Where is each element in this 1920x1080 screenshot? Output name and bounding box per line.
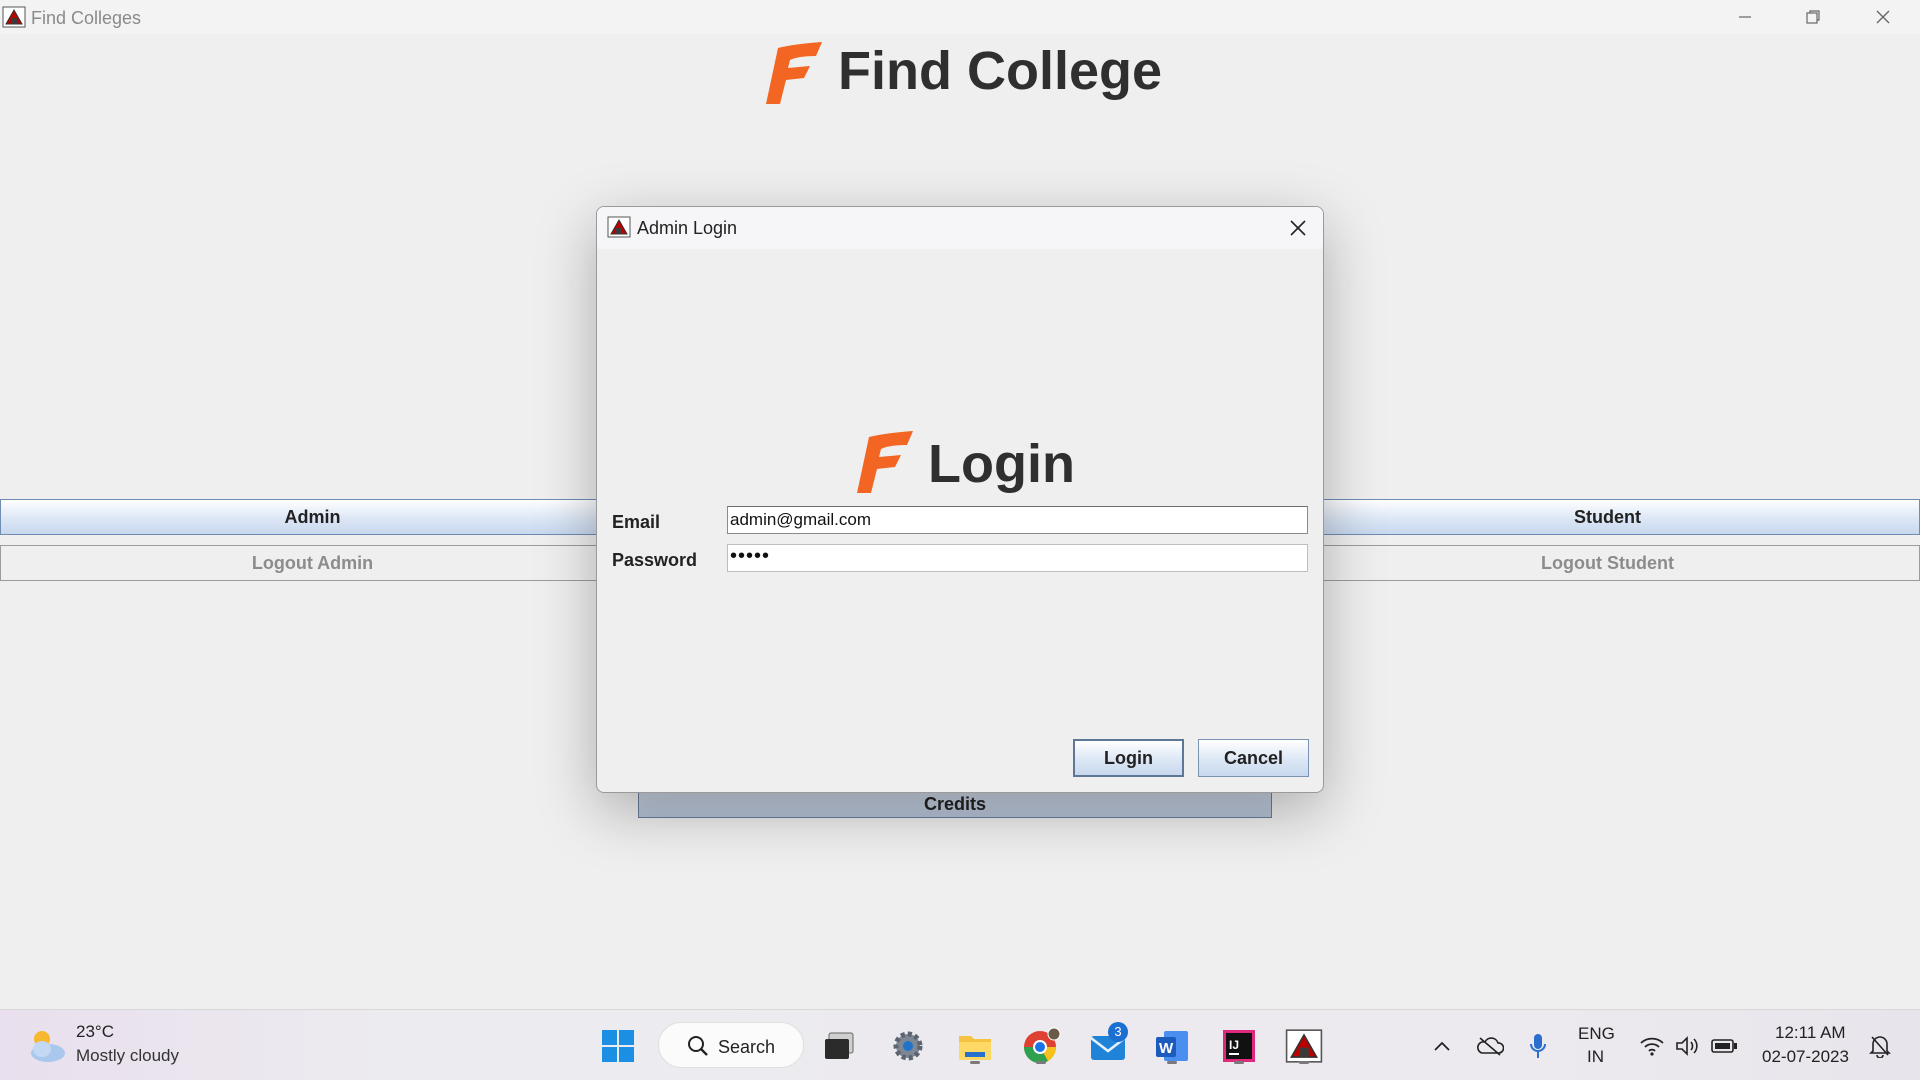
maximize-icon — [1806, 10, 1820, 24]
microphone-icon — [1530, 1034, 1546, 1058]
app-header-title: Find College — [838, 41, 1162, 101]
weather-temperature: 23°C — [76, 1022, 114, 1041]
microphone-button[interactable] — [1516, 1024, 1560, 1068]
mail-badge: 3 — [1108, 1022, 1128, 1042]
minimize-button[interactable] — [1710, 0, 1780, 34]
taskbar: 23°C Mostly cloudy Search 3 W IJ ENG IN … — [0, 1009, 1920, 1080]
chrome-icon — [1023, 1027, 1061, 1064]
running-indicator — [1036, 1061, 1046, 1064]
weather-condition: Mostly cloudy — [76, 1046, 179, 1065]
java-app-icon — [607, 216, 631, 238]
dialog-title: Admin Login — [637, 218, 738, 238]
minimize-icon — [1739, 16, 1751, 18]
file-explorer-icon — [959, 1036, 991, 1060]
word-icon: W — [1156, 1031, 1188, 1061]
notification-icon — [1869, 1036, 1891, 1058]
language-top[interactable]: ENG — [1578, 1024, 1615, 1044]
java-app-taskbar[interactable] — [1282, 1024, 1326, 1068]
onedrive-icon — [1477, 1037, 1504, 1056]
search-label: Search — [718, 1037, 776, 1057]
intellij-icon: IJ — [1223, 1030, 1255, 1062]
logout-student-button[interactable]: Logout Student — [1295, 545, 1920, 581]
window-close-button[interactable] — [1848, 0, 1918, 34]
admin-button[interactable]: Admin — [0, 499, 625, 535]
show-hidden-icons-button[interactable] — [1420, 1024, 1464, 1068]
settings-icon — [893, 1031, 923, 1061]
dialog-close-button[interactable] — [1283, 213, 1313, 243]
admin-login-dialog: Admin Login Login Email Password ••••• L… — [596, 206, 1324, 793]
task-view-button[interactable] — [817, 1024, 861, 1068]
chrome-app[interactable] — [1019, 1024, 1063, 1068]
window-title: Find Colleges — [31, 8, 142, 28]
intellij-app[interactable]: IJ — [1217, 1024, 1261, 1068]
email-label: Email — [612, 512, 661, 532]
maximize-button[interactable] — [1778, 0, 1848, 34]
battery-icon — [1711, 1039, 1737, 1053]
cancel-button[interactable]: Cancel — [1198, 739, 1309, 777]
running-indicator — [1167, 1061, 1177, 1064]
password-label: Password — [612, 550, 698, 570]
close-icon — [1290, 220, 1306, 236]
svg-text:IJ: IJ — [1229, 1038, 1239, 1052]
clock-date[interactable]: 02-07-2023 — [1762, 1047, 1849, 1067]
login-heading: Login — [928, 434, 1075, 494]
find-college-logo-icon — [766, 42, 822, 104]
task-view-icon — [825, 1032, 854, 1059]
close-icon — [1876, 10, 1890, 24]
password-field[interactable]: ••••• — [727, 544, 1308, 572]
start-button[interactable] — [596, 1024, 640, 1068]
dialog-titlebar: Admin Login — [597, 207, 1323, 249]
search-icon — [688, 1036, 708, 1056]
onedrive-button[interactable] — [1468, 1024, 1512, 1068]
svg-text:W: W — [1159, 1040, 1174, 1057]
wifi-icon — [1640, 1037, 1664, 1056]
login-logo-icon — [857, 431, 913, 493]
main-titlebar: Find Colleges — [0, 0, 1920, 34]
java-app-icon — [2, 6, 26, 28]
mail-app[interactable]: 3 — [1086, 1022, 1130, 1068]
taskbar-search[interactable]: Search — [658, 1022, 804, 1068]
student-button[interactable]: Student — [1295, 499, 1920, 535]
clock-time[interactable]: 12:11 AM — [1775, 1023, 1846, 1043]
chevron-up-icon — [1434, 1041, 1450, 1051]
word-app[interactable]: W — [1150, 1024, 1194, 1068]
file-explorer-app[interactable] — [953, 1024, 997, 1068]
running-indicator — [970, 1061, 980, 1064]
language-bottom[interactable]: IN — [1587, 1047, 1604, 1067]
running-indicator — [1234, 1061, 1244, 1064]
windows-start-icon — [602, 1030, 634, 1062]
notification-button[interactable] — [1858, 1024, 1902, 1068]
email-field[interactable] — [727, 506, 1308, 534]
logout-admin-button[interactable]: Logout Admin — [0, 545, 625, 581]
settings-app[interactable] — [886, 1024, 930, 1068]
volume-icon — [1676, 1036, 1698, 1056]
running-indicator — [1299, 1061, 1309, 1064]
login-button[interactable]: Login — [1073, 739, 1184, 777]
battery-button[interactable] — [1702, 1024, 1746, 1068]
java-app-icon — [1285, 1029, 1323, 1063]
weather-icon[interactable] — [26, 1025, 68, 1065]
